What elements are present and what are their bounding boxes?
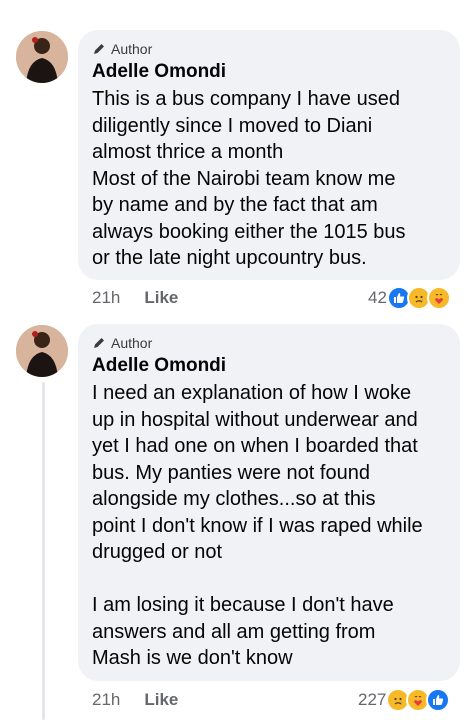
care-icon: [426, 286, 451, 310]
timestamp[interactable]: 21h: [92, 288, 120, 308]
like-button[interactable]: Like: [144, 690, 178, 710]
reaction-count: 227: [358, 690, 387, 709]
comment-line: by name and by the fact that am: [92, 194, 378, 216]
reaction-count: 42: [368, 288, 387, 307]
author-badge-label: Author: [111, 335, 153, 351]
comment-line: diligently since I moved to Diani: [92, 114, 373, 137]
comment-line: almost thrice a month: [92, 141, 284, 163]
thread-connector-line: [42, 382, 45, 720]
commenter-name[interactable]: Adelle Omondi: [92, 355, 226, 377]
avatar-photo: [16, 325, 68, 377]
comment-line: point I don't know if I was raped while: [92, 514, 423, 537]
comment-line: Most of the Nairobi team know me: [92, 167, 396, 190]
commenter-name[interactable]: Adelle Omondi: [92, 61, 226, 83]
comment-line: or the late night upcountry bus.: [92, 247, 367, 269]
comment-line: drugged or not: [92, 541, 223, 563]
comment-line: always booking either the 1015 bus: [92, 220, 406, 243]
author-badge: Author: [92, 41, 152, 57]
avatar-photo: [16, 31, 68, 83]
avatar[interactable]: [16, 325, 68, 377]
comment-text: This is a bus company I have used dilige…: [92, 86, 444, 272]
like-button[interactable]: Like: [144, 288, 178, 308]
comment-line: [92, 566, 444, 593]
comment-text: I need an explanation of how I woke up i…: [92, 380, 444, 672]
comment-line: yet I had one on when I boarded that: [92, 435, 418, 457]
comment-line: alongside my clothes...so at this: [92, 488, 376, 510]
author-badge-label: Author: [111, 41, 153, 57]
timestamp[interactable]: 21h: [92, 690, 120, 710]
pencil-icon: [94, 44, 104, 54]
comment-bubble: Author Adelle Omondi I need an explanati…: [78, 324, 460, 681]
comment-line: I need an explanation of how I woke: [92, 382, 412, 404]
comment-meta: 21h Like: [92, 288, 178, 308]
comment-line: bus. My panties were not found: [92, 461, 370, 484]
like-icon: [426, 688, 451, 712]
comment-bubble: Author Adelle Omondi This is a bus compa…: [78, 30, 460, 280]
comment-line: I am losing it because I don't have: [92, 594, 394, 616]
comment-line: up in hospital without underwear and: [92, 408, 418, 431]
pencil-icon: [94, 338, 104, 348]
comment-line: answers and all am getting from: [92, 620, 376, 643]
reaction-summary[interactable]: 42: [368, 286, 451, 310]
avatar[interactable]: [16, 31, 68, 83]
comment-meta: 21h Like: [92, 690, 178, 710]
comment-line: Mash is we don't know: [92, 647, 293, 669]
author-badge: Author: [92, 335, 152, 351]
reaction-summary[interactable]: 227: [358, 688, 451, 712]
comment-line: This is a bus company I have used: [92, 88, 400, 110]
